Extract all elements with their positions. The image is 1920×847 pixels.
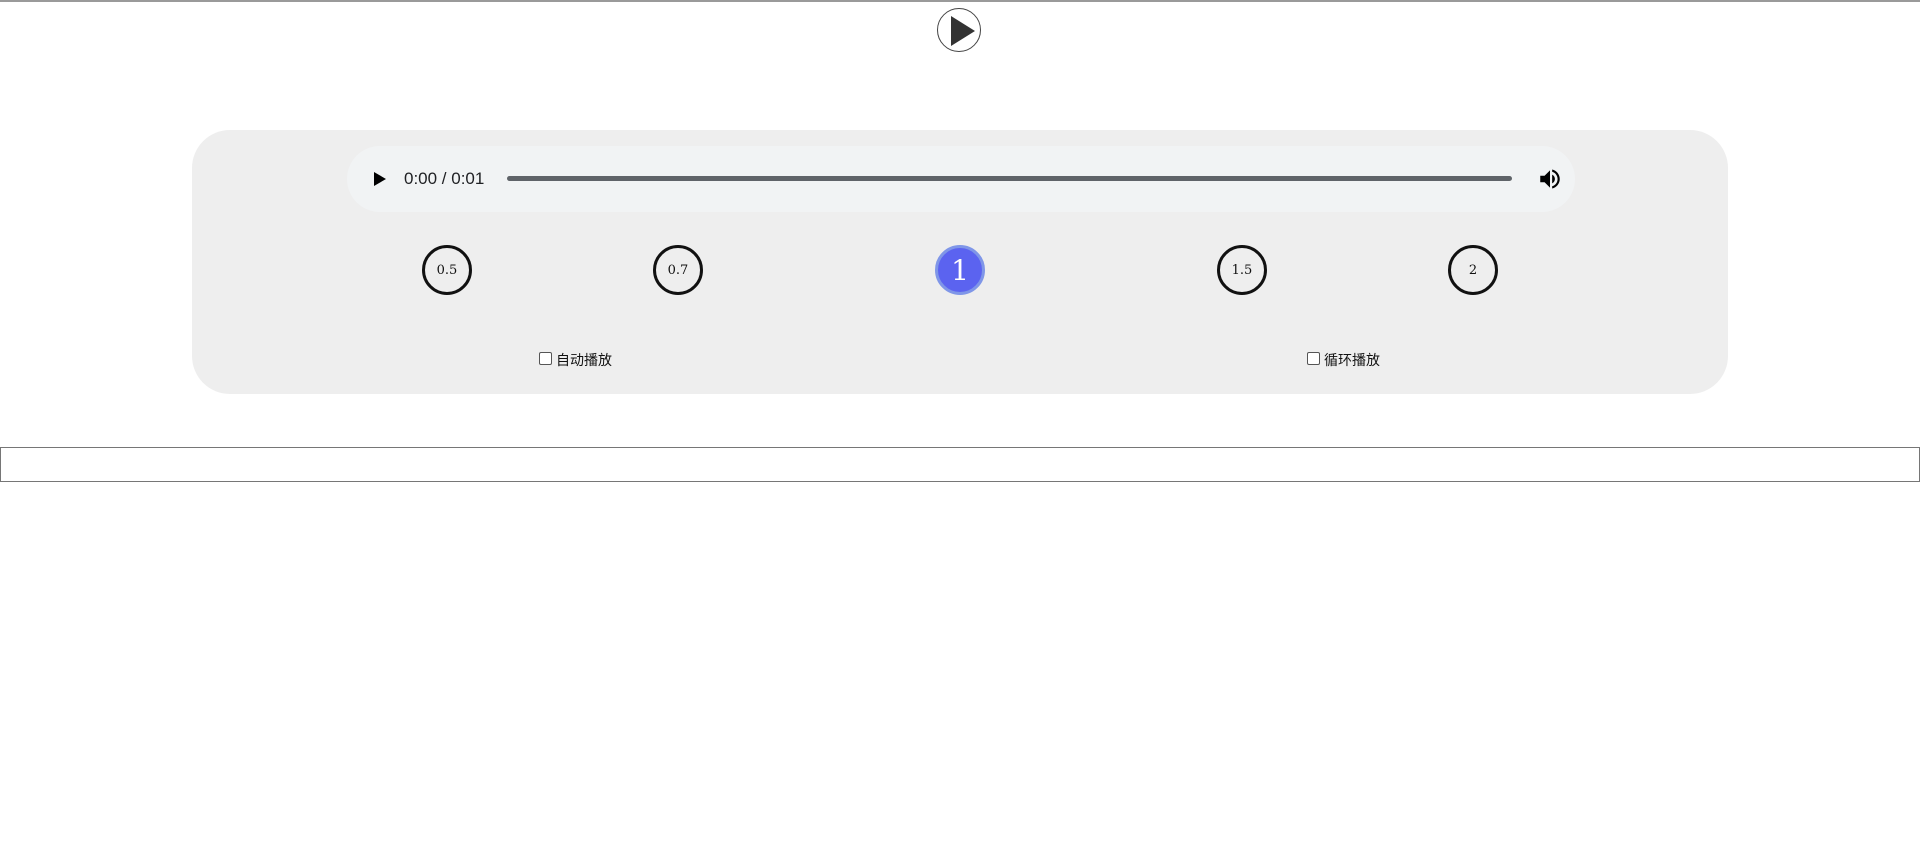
audio-player: 0:00 / 0:01 — [347, 146, 1575, 212]
progress-bar[interactable] — [507, 176, 1512, 181]
text-input[interactable] — [0, 447, 1920, 482]
speed-button-0-7[interactable]: 0.7 — [653, 245, 703, 295]
volume-icon — [1540, 169, 1560, 189]
volume-button[interactable] — [1537, 166, 1563, 192]
play-circle-button[interactable] — [937, 8, 981, 52]
speed-button-1-5[interactable]: 1.5 — [1217, 245, 1267, 295]
top-divider — [0, 0, 1920, 2]
time-display: 0:00 / 0:01 — [404, 169, 485, 188]
autoplay-label: 自动播放 — [556, 353, 612, 369]
loop-option[interactable]: 循环播放 — [1307, 349, 1380, 371]
play-circle-icon — [951, 16, 975, 46]
speed-button-1[interactable]: 1 — [935, 245, 985, 295]
loop-checkbox[interactable] — [1307, 351, 1320, 365]
autoplay-checkbox[interactable] — [539, 351, 552, 365]
autoplay-option[interactable]: 自动播放 — [539, 349, 612, 371]
loop-label: 循环播放 — [1324, 353, 1380, 369]
speed-button-2[interactable]: 2 — [1448, 245, 1498, 295]
play-icon — [374, 172, 386, 186]
speed-button-0-5[interactable]: 0.5 — [422, 245, 472, 295]
audio-play-button[interactable] — [367, 167, 391, 191]
